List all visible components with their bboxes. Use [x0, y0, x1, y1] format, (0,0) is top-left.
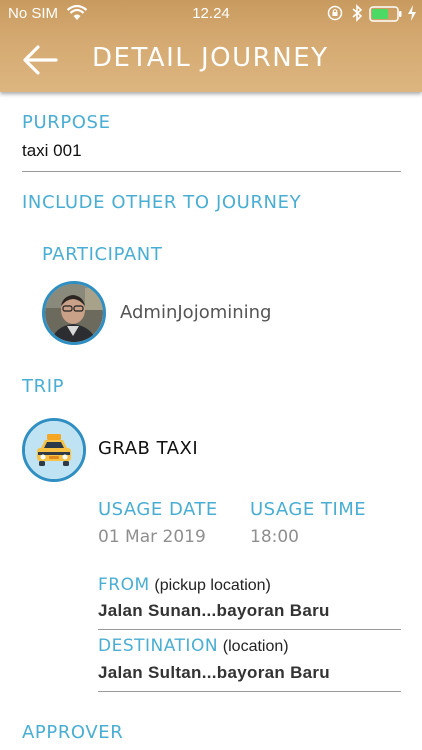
- page-title: DETAIL JOURNEY: [92, 43, 329, 73]
- participant-avatar[interactable]: [42, 281, 106, 345]
- usage-time-value: 18:00: [250, 527, 299, 547]
- destination-label: DESTINATION: [98, 636, 219, 656]
- trip-label: TRIP: [22, 376, 65, 397]
- from-label-row: FROM (pickup location): [98, 575, 271, 595]
- from-value[interactable]: Jalan Sunan...bayoran Baru: [98, 601, 330, 621]
- charging-bolt-icon: [408, 5, 416, 21]
- app-header: No SIM 12.24 DETAIL JOURNEY: [0, 0, 422, 92]
- purpose-field[interactable]: taxi 001: [22, 141, 82, 161]
- purpose-divider: [22, 171, 401, 172]
- include-others-label[interactable]: INCLUDE OTHER TO JOURNEY: [22, 192, 301, 213]
- orientation-lock-icon: [327, 5, 343, 21]
- bluetooth-icon: [352, 4, 363, 22]
- avatar-photo: [45, 284, 103, 342]
- destination-label-row: DESTINATION (location): [98, 636, 289, 656]
- status-bar: No SIM 12.24: [0, 0, 422, 28]
- approver-label: APPROVER: [22, 722, 124, 743]
- destination-hint: (location): [222, 638, 289, 655]
- participant-name: AdminJojomining: [120, 302, 272, 323]
- battery-icon: [369, 6, 402, 22]
- trip-icon-ring: [22, 418, 86, 482]
- from-hint: (pickup location): [154, 577, 271, 594]
- taxi-icon: [25, 421, 83, 479]
- arrow-left-icon: [23, 45, 58, 75]
- usage-date-label: USAGE DATE: [98, 499, 218, 520]
- trip-name: GRAB TAXI: [98, 438, 199, 459]
- back-button[interactable]: [22, 44, 58, 76]
- destination-value[interactable]: Jalan Sultan...bayoran Baru: [98, 663, 330, 683]
- purpose-label: PURPOSE: [22, 112, 111, 133]
- usage-time-label: USAGE TIME: [250, 499, 367, 520]
- destination-divider: [98, 691, 401, 692]
- from-label: FROM: [98, 575, 150, 595]
- usage-date-value: 01 Mar 2019: [98, 527, 206, 547]
- from-divider: [98, 629, 401, 630]
- participant-label: PARTICIPANT: [42, 244, 163, 265]
